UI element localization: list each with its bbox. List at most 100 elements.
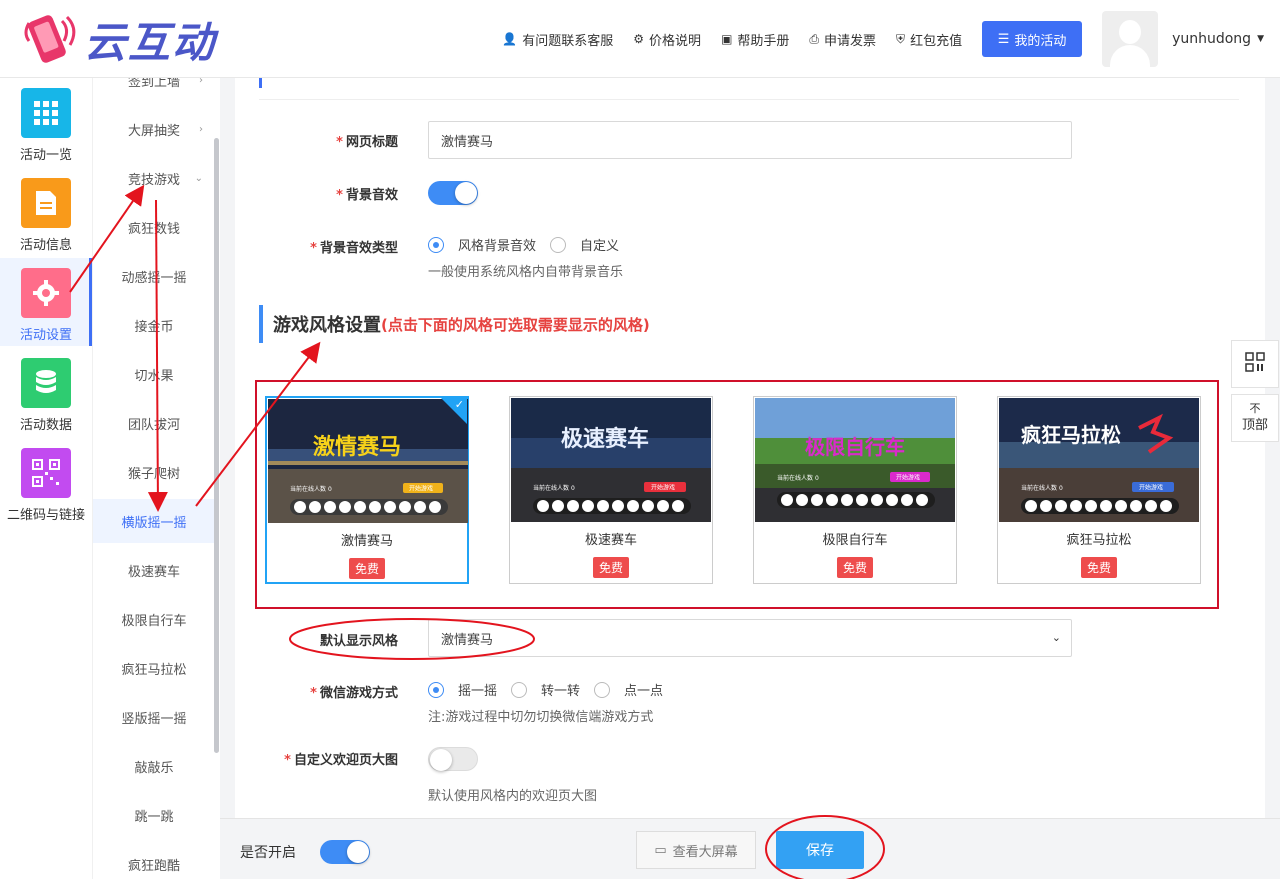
wechat-mode-label: * 微信游戏方式 <box>310 686 398 701</box>
submenu-item[interactable]: 竞技游戏 ⌄ <box>93 156 215 200</box>
style-thumbnail: 极速赛车 当前在线人数 0 开始游戏 <box>511 398 711 522</box>
nav-invoice[interactable]: ⎙ 申请发票 <box>809 30 876 49</box>
bg-music-type-label: * 背景音效类型 <box>310 241 398 256</box>
welcome-image-toggle[interactable] <box>428 747 478 771</box>
free-badge: 免费 <box>592 557 630 578</box>
svg-text:开始游戏: 开始游戏 <box>896 474 920 482</box>
svg-text:当前在线人数: 当前在线人数 <box>533 484 569 492</box>
free-badge: 免费 <box>348 558 386 579</box>
nav-recharge[interactable]: ⛨ 红包充值 <box>896 30 962 49</box>
monitor-icon: ▭ <box>654 842 667 858</box>
top-header: 云互动 👤 有问题联系客服 ⚙ 价格说明 ▣ 帮助手册 ⎙ 申请发票 ⛨ 红包充值 ☰ 我的… <box>0 0 1280 78</box>
chevron-down-icon: ⌄ <box>1051 631 1061 644</box>
user-plus-icon: 👤 <box>502 32 518 46</box>
submenu-item[interactable]: 签到上墙 › <box>93 78 215 102</box>
submenu-item[interactable]: 大屏抽奖 › <box>93 107 215 151</box>
save-button[interactable]: 保存 <box>776 831 864 869</box>
nav-support[interactable]: 👤 有问题联系客服 <box>502 30 613 49</box>
submenu-item-active[interactable]: 横版摇一摇 <box>93 499 215 543</box>
svg-text:当前在线人数: 当前在线人数 <box>1021 484 1057 492</box>
gear-icon: ⚙ <box>633 32 645 46</box>
qrcode-icon <box>1244 351 1266 377</box>
sidebar-item-info[interactable]: 活动信息 <box>0 168 92 256</box>
arrow-up-icon: 不 <box>1249 402 1261 415</box>
style-thumbnail: 疯狂马拉松 当前在线人数 0 开始游戏 <box>999 398 1199 522</box>
gear-icon <box>21 268 71 318</box>
view-screen-button[interactable]: ▭ 查看大屏幕 <box>636 831 756 869</box>
submenu-item[interactable]: 竖版摇一摇 <box>93 695 215 739</box>
style-card-car[interactable]: 极速赛车 当前在线人数 0 开始游戏 极速赛车 免费 <box>509 396 713 584</box>
wechat-mode-group: 摇一摇 转一转 点一点 <box>428 680 677 699</box>
style-section-title: 游戏风格设置 (点击下面的风格可选取需要显示的风格) <box>259 305 650 343</box>
bg-music-type-group: 风格背景音效 自定义 <box>428 235 633 254</box>
submenu-scrollbar[interactable] <box>214 138 219 753</box>
style-card-bike[interactable]: 极限自行车 当前在线人数 0 开始游戏 极限自行车 免费 <box>753 396 957 584</box>
qrcode-float-button[interactable] <box>1231 340 1279 388</box>
nav-pricing[interactable]: ⚙ 价格说明 <box>633 30 701 49</box>
caret-down-icon: ▼ <box>1257 34 1264 44</box>
free-badge: 免费 <box>836 557 874 578</box>
svg-text:开始游戏: 开始游戏 <box>1139 484 1163 492</box>
back-to-top-button[interactable]: 不 顶部 <box>1231 394 1279 442</box>
svg-text:0: 0 <box>1059 485 1063 492</box>
sidebar-item-overview[interactable]: 活动一览 <box>0 78 92 166</box>
submenu-item[interactable]: 猴子爬树 <box>93 450 215 494</box>
user-menu[interactable]: yunhudong ▼ <box>1172 31 1264 47</box>
nav-help[interactable]: ▣ 帮助手册 <box>721 30 789 49</box>
printer-icon: ⎙ <box>809 31 820 46</box>
chevron-down-icon: ⌄ <box>194 172 203 184</box>
chevron-right-icon: › <box>199 78 203 86</box>
submenu-item[interactable]: 疯狂马拉松 <box>93 646 215 690</box>
page-title-label: * 网页标题 <box>336 135 398 150</box>
section-header-cut <box>259 78 1239 100</box>
submenu-item[interactable]: 极限自行车 <box>93 597 215 641</box>
default-style-select[interactable]: 激情赛马 ⌄ <box>428 619 1072 657</box>
wechat-mode-hint: 注:游戏过程中切勿切换微信端游戏方式 <box>428 710 654 725</box>
enable-label: 是否开启 <box>240 845 296 861</box>
svg-text:0: 0 <box>815 475 819 482</box>
page-title-input[interactable]: 激情赛马 <box>428 121 1072 159</box>
svg-text:0: 0 <box>328 486 332 493</box>
style-thumbnail: 极限自行车 当前在线人数 0 开始游戏 <box>755 398 955 522</box>
svg-text:开始游戏: 开始游戏 <box>409 485 433 493</box>
phone-logo-icon <box>20 11 78 67</box>
submenu-item[interactable]: 跳一跳 <box>93 793 215 837</box>
svg-text:当前在线人数: 当前在线人数 <box>290 485 326 493</box>
logo[interactable]: 云互动 <box>20 10 216 68</box>
document-icon <box>21 178 71 228</box>
submenu-item[interactable]: 极速赛车 <box>93 548 215 592</box>
top-nav: 👤 有问题联系客服 ⚙ 价格说明 ▣ 帮助手册 ⎙ 申请发票 ⛨ 红包充值 ☰ 我的活动 y… <box>502 0 1280 78</box>
style-card-horse[interactable]: 激情赛马 当前在线人数 0 开始游戏 ✓ 激情赛马 免费 <box>265 396 469 584</box>
style-card-marathon[interactable]: 疯狂马拉松 当前在线人数 0 开始游戏 疯狂马拉松 免费 <box>997 396 1201 584</box>
radio-shake[interactable] <box>428 681 444 698</box>
bg-music-toggle[interactable] <box>428 181 478 205</box>
sidebar-item-settings[interactable]: 活动设置 <box>0 258 92 346</box>
thumb-title: 极限自行车 <box>805 435 905 459</box>
sidebar-item-qrcode[interactable]: 二维码与链接 <box>0 438 92 526</box>
radio-tap[interactable] <box>594 681 611 698</box>
grid-icon <box>21 88 71 138</box>
default-style-label: 默认显示风格 <box>319 634 398 649</box>
thumb-title: 疯狂马拉松 <box>1021 423 1121 447</box>
submenu-item[interactable]: 疯狂数钱 <box>93 205 215 249</box>
submenu-item[interactable]: 切水果 <box>93 352 215 396</box>
submenu-item[interactable]: 疯狂跑酷 <box>93 842 215 879</box>
submenu-item[interactable]: 敲敲乐 <box>93 744 215 788</box>
database-icon <box>21 358 71 408</box>
bg-music-label: * 背景音效 <box>336 188 398 203</box>
radio-spin[interactable] <box>511 681 528 698</box>
submenu-item[interactable]: 团队拔河 <box>93 401 215 445</box>
footer-bar: 是否开启 ▭ 查看大屏幕 保存 <box>220 818 1280 879</box>
thumb-title: 激情赛马 <box>313 434 401 460</box>
radio-style-music[interactable] <box>428 236 444 253</box>
enable-toggle[interactable] <box>320 840 370 864</box>
thumb-title: 极速赛车 <box>561 426 649 452</box>
logo-text: 云互动 <box>84 17 217 67</box>
submenu-item[interactable]: 动感摇一摇 <box>93 254 215 298</box>
list-icon: ☰ <box>997 31 1010 47</box>
my-activity-button[interactable]: ☰ 我的活动 <box>982 21 1083 57</box>
avatar[interactable] <box>1102 11 1159 67</box>
radio-custom-music[interactable] <box>550 236 567 253</box>
sidebar-item-data[interactable]: 活动数据 <box>0 348 92 436</box>
submenu-item[interactable]: 接金币 <box>93 303 215 347</box>
